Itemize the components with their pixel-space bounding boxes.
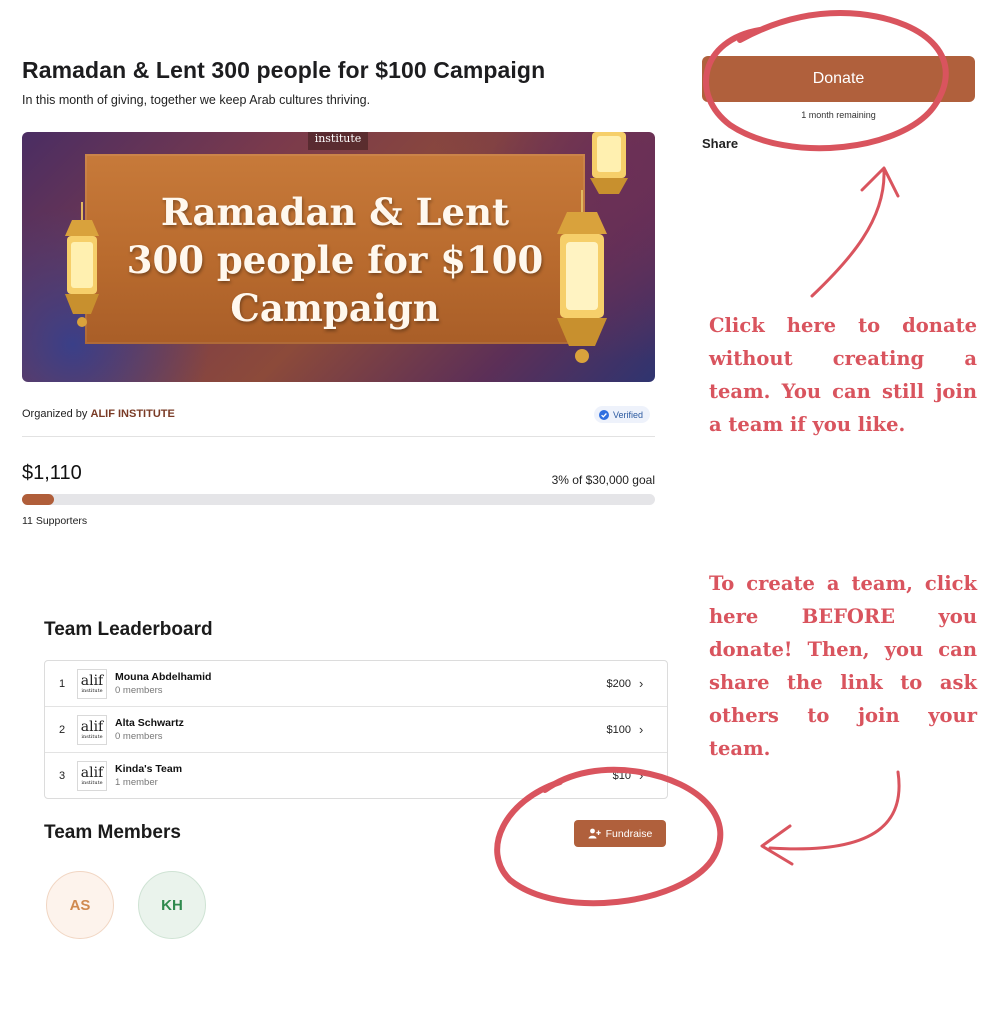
team-members-count: 0 members	[115, 685, 163, 696]
verified-label: Verified	[613, 409, 644, 420]
page-subtitle: In this month of giving, together we kee…	[22, 93, 371, 107]
team-amount: $100	[606, 723, 631, 736]
team-rank: 1	[59, 677, 66, 690]
team-logo: alif institute	[77, 668, 107, 699]
team-logo: alif institute	[77, 760, 107, 791]
leaderboard-row[interactable]: 3 alif institute Kinda's Team 1 member $…	[45, 753, 667, 798]
annotation-team-note: To create a team, click here BEFORE you …	[709, 572, 977, 760]
lantern-icon	[65, 202, 99, 327]
leaderboard-row[interactable]: 2 alif institute Alta Schwartz 0 members…	[45, 707, 667, 752]
team-info: Kinda's Team 1 member	[115, 763, 613, 788]
team-members-count: 0 members	[115, 731, 163, 742]
lantern-icon	[590, 132, 628, 194]
fundraise-button[interactable]: Fundraise	[574, 820, 666, 847]
team-logo-mark: alif	[80, 672, 104, 689]
team-name: Alta Schwartz	[115, 717, 184, 729]
banner-line-2: 300 people for $100	[126, 238, 544, 282]
avatar[interactable]: AS	[46, 871, 114, 939]
team-logo-sub: institute	[81, 779, 103, 786]
organizer-name[interactable]: ALIF INSTITUTE	[91, 408, 175, 420]
divider	[22, 436, 655, 437]
chevron-right-icon: ›	[639, 676, 644, 691]
organizer-prefix: Organized by	[22, 408, 88, 420]
verified-check-icon	[599, 409, 609, 420]
lantern-icon	[557, 190, 607, 363]
leaderboard-list: 1 alif institute Mouna Abdelhamid 0 memb…	[44, 660, 668, 799]
goal-text: 3% of $30,000 goal	[551, 473, 655, 487]
campaign-banner: institute Ramadan & Lent 300 people for …	[22, 132, 655, 382]
add-user-icon	[588, 828, 601, 839]
supporters-count: 11 Supporters	[22, 515, 88, 527]
team-logo-mark: alif	[80, 718, 104, 735]
banner-line-1: Ramadan & Lent	[160, 190, 510, 234]
verified-badge: Verified	[594, 406, 651, 423]
annotation-donate-note: Click here to donate without creating a …	[709, 314, 977, 436]
team-members-title: Team Members	[44, 822, 181, 843]
avatar-initials: KH	[161, 896, 183, 914]
team-amount: $200	[606, 677, 631, 690]
team-rank: 3	[59, 769, 66, 782]
team-name: Mouna Abdelhamid	[115, 671, 212, 683]
team-logo-sub: institute	[81, 733, 103, 740]
team-rank: 2	[59, 723, 66, 736]
progress-fill	[22, 494, 54, 505]
progress-track	[22, 494, 655, 505]
team-info: Alta Schwartz 0 members	[115, 717, 607, 742]
team-logo: alif institute	[77, 714, 107, 745]
time-remaining: 1 month remaining	[801, 110, 876, 120]
avatar-initials: AS	[69, 896, 91, 914]
team-info: Mouna Abdelhamid 0 members	[115, 671, 607, 696]
avatar[interactable]: KH	[138, 871, 206, 939]
team-logo-mark: alif	[80, 764, 104, 781]
banner-line-3: Campaign	[230, 286, 440, 330]
banner-headline: Ramadan & Lent 300 people for $100 Campa…	[85, 188, 585, 332]
team-amount: $10	[612, 769, 631, 782]
donate-button[interactable]: Donate	[702, 56, 975, 102]
fundraise-label: Fundraise	[605, 827, 653, 840]
share-link[interactable]: Share	[702, 136, 738, 151]
organizer-line: Organized by ALIF INSTITUTE	[22, 408, 175, 420]
banner-logo: institute	[308, 132, 368, 150]
team-name: Kinda's Team	[115, 763, 183, 775]
leaderboard-title: Team Leaderboard	[44, 619, 213, 640]
team-members-count: 1 member	[115, 777, 158, 788]
leaderboard-row[interactable]: 1 alif institute Mouna Abdelhamid 0 memb…	[45, 661, 667, 706]
chevron-right-icon: ›	[639, 768, 644, 783]
page-title: Ramadan & Lent 300 people for $100 Campa…	[22, 57, 546, 83]
team-logo-sub: institute	[81, 687, 103, 694]
chevron-right-icon: ›	[639, 722, 644, 737]
annotation-arrow-donate	[810, 166, 900, 298]
annotation-arrow-fundraise	[760, 770, 901, 866]
amount-raised: $1,110	[22, 462, 82, 484]
